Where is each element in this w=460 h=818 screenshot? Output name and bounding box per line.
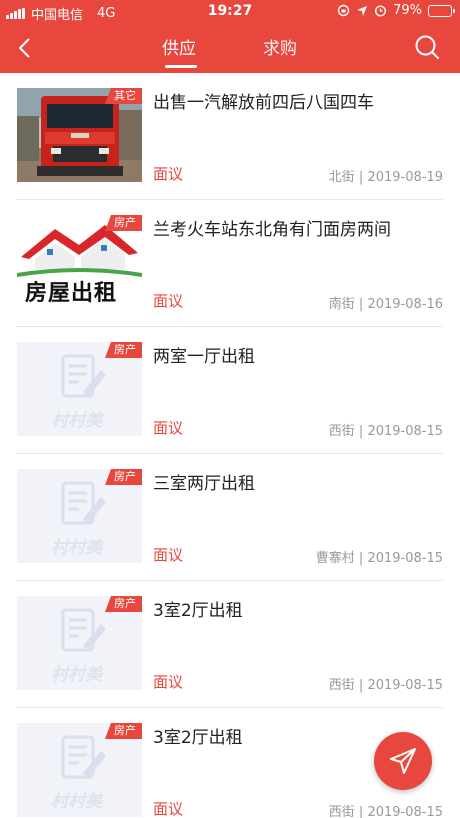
listing-price: 面议	[153, 546, 184, 564]
send-icon	[390, 748, 416, 774]
listing-location-date: 南街 | 2019-08-16	[328, 297, 443, 312]
category-tag: 房产	[105, 215, 142, 231]
listing-location-date: 北街 | 2019-08-19	[328, 170, 443, 185]
category-tag: 房产	[105, 596, 142, 612]
search-icon[interactable]	[414, 34, 440, 60]
orientation-lock-icon	[337, 4, 350, 17]
banner-text: 房屋出租	[25, 281, 118, 306]
listing-location-date: 曹寨村 | 2019-08-15	[315, 551, 443, 566]
placeholder-watermark: 村村美	[51, 538, 102, 558]
list-item[interactable]: 村村美 房产 三室两厅出租 面议 曹寨村 | 2019-08-15	[0, 454, 460, 581]
category-tag: 房产	[105, 469, 142, 485]
category-tag: 房产	[105, 342, 142, 358]
list-item[interactable]: 其它 出售一汽解放前四后八国四车 面议 北街 | 2019-08-19	[0, 73, 460, 200]
listing-price: 面议	[153, 165, 184, 183]
list-item[interactable]: 村村美 房产 两室一厅出租 面议 西街 | 2019-08-15	[0, 327, 460, 454]
listing-title: 3室2厅出租	[153, 601, 243, 621]
listing-title: 兰考火车站东北角有门面房两间	[153, 220, 391, 240]
placeholder-image: 村村美 房产	[17, 723, 142, 817]
list-item[interactable]: 村村美 房产 3室2厅出租 面议 西街 | 2019-08-15	[0, 581, 460, 708]
placeholder-watermark: 村村美	[51, 665, 102, 685]
tab-supply[interactable]: 供应	[162, 34, 196, 59]
status-bar: 中国电信 4G 19:27 79%	[0, 0, 460, 24]
list-item[interactable]: 房屋出租 房产 兰考火车站东北角有门面房两间 面议 南街 | 2019-08-1…	[0, 200, 460, 327]
listing-price: 面议	[153, 800, 184, 818]
location-icon	[357, 5, 368, 16]
app-header: 中国电信 4G 19:27 79% 供应 求购	[0, 0, 460, 73]
placeholder-image: 村村美 房产	[17, 596, 142, 690]
alarm-icon	[375, 5, 387, 17]
back-arrow-icon[interactable]	[14, 36, 38, 60]
house-rent-banner: 房屋出租 房产	[17, 215, 142, 309]
battery-icon	[428, 4, 455, 17]
listing-location-date: 西街 | 2019-08-15	[328, 805, 443, 818]
active-tab-indicator	[165, 65, 197, 68]
category-tag: 其它	[105, 88, 142, 104]
placeholder-watermark: 村村美	[51, 411, 102, 431]
listing-price: 面议	[153, 292, 184, 310]
listing-title: 三室两厅出租	[153, 474, 255, 494]
placeholder-watermark: 村村美	[51, 792, 102, 812]
battery-percent: 79%	[393, 3, 422, 18]
nav-bar: 供应 求购	[0, 24, 460, 73]
publish-button[interactable]	[374, 732, 432, 790]
listing-price: 面议	[153, 673, 184, 691]
placeholder-image: 村村美 房产	[17, 342, 142, 436]
listing-location-date: 西街 | 2019-08-15	[328, 678, 443, 693]
listing-location-date: 西街 | 2019-08-15	[328, 424, 443, 439]
listing-title: 两室一厅出租	[153, 347, 255, 367]
listing-title: 出售一汽解放前四后八国四车	[153, 93, 374, 113]
listing-title: 3室2厅出租	[153, 728, 243, 748]
tab-demand[interactable]: 求购	[263, 34, 297, 59]
truck-photo: 其它	[17, 88, 142, 182]
listing-price: 面议	[153, 419, 184, 437]
category-tag: 房产	[105, 723, 142, 739]
placeholder-image: 村村美 房产	[17, 469, 142, 563]
